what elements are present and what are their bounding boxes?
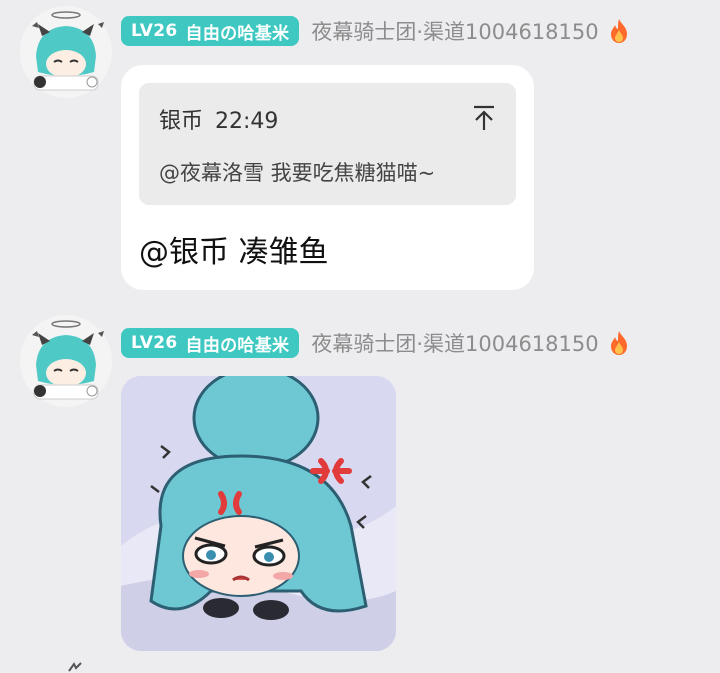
fire-icon bbox=[610, 19, 627, 43]
group-channel-name[interactable]: 夜幕骑士团·渠道1004618150 bbox=[311, 16, 598, 46]
sender-avatar[interactable] bbox=[20, 6, 112, 98]
sticker-image[interactable] bbox=[121, 376, 396, 651]
level-badge[interactable]: LV26 自由の哈基米 bbox=[121, 16, 300, 46]
level-text: LV26 bbox=[131, 333, 178, 353]
quote-author: 银币 bbox=[159, 109, 204, 134]
group-channel-name[interactable]: 夜幕骑士团·渠道1004618150 bbox=[311, 328, 598, 358]
message-header: LV26 自由の哈基米 夜幕骑士团·渠道1004618150 bbox=[121, 327, 631, 359]
level-badge[interactable]: LV26 自由の哈基米 bbox=[121, 328, 300, 358]
quoted-message[interactable]: 银币 22:49 @夜幕洛雪 我要吃焦糖猫喵~ bbox=[139, 83, 516, 205]
quote-header: 银币 22:49 bbox=[159, 103, 278, 135]
level-text: LV26 bbox=[131, 21, 178, 41]
partial-avatar-icon bbox=[68, 662, 82, 672]
sender-avatar[interactable] bbox=[20, 315, 112, 407]
sender-nickname: 自由の哈基米 bbox=[185, 23, 290, 44]
quote-text: @夜幕洛雪 我要吃焦糖猫喵~ bbox=[159, 161, 436, 185]
message-bubble[interactable]: 银币 22:49 @夜幕洛雪 我要吃焦糖猫喵~ @银币 凑雏鱼 bbox=[121, 65, 534, 290]
message-text: @银币 凑雏鱼 bbox=[139, 235, 329, 270]
fire-icon bbox=[610, 331, 627, 355]
sender-nickname: 自由の哈基米 bbox=[185, 335, 290, 356]
scroll-up-icon[interactable] bbox=[472, 105, 496, 131]
quote-time: 22:49 bbox=[215, 109, 279, 134]
message-header: LV26 自由の哈基米 夜幕骑士团·渠道1004618150 bbox=[121, 15, 631, 47]
angry-chibi-sticker bbox=[121, 376, 396, 651]
